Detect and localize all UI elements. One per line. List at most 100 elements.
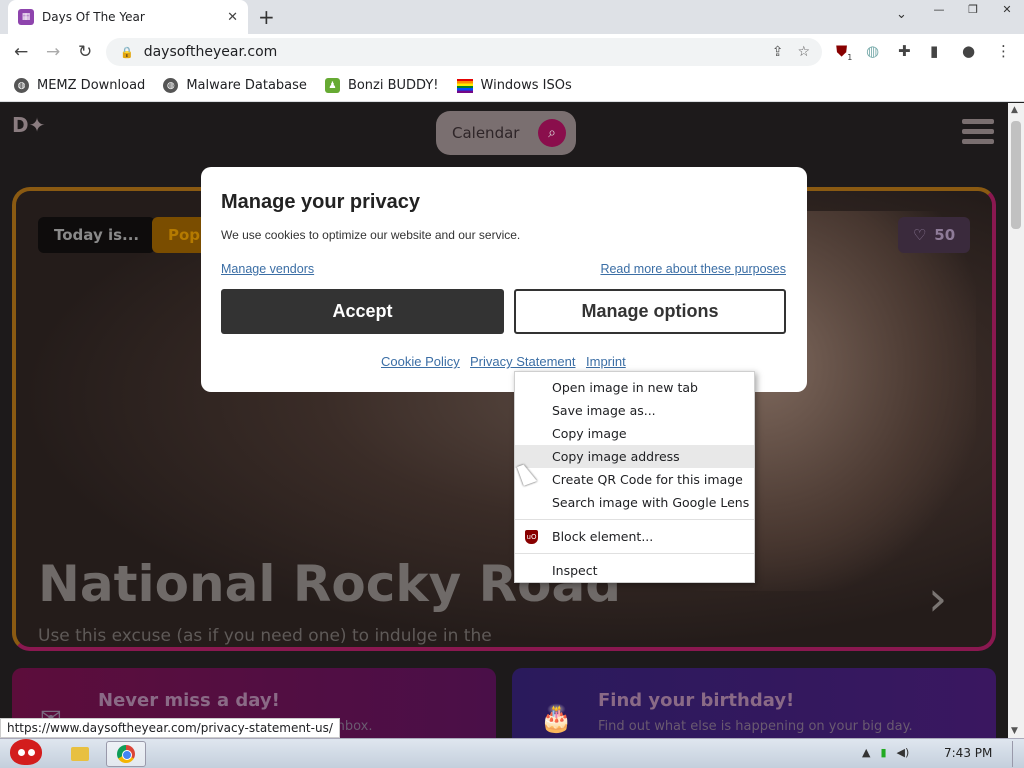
page-scrollbar[interactable]: ▲ ▼ — [1008, 103, 1024, 738]
globe-icon: ◍ — [163, 78, 179, 93]
show-desktop-button[interactable] — [1012, 741, 1022, 767]
likes-count: 50 — [934, 226, 956, 244]
screen: ▦ Days Of The Year ✕ + ⌄ — ❐ ✕ ← → ↻ 🔒 d… — [0, 0, 1024, 768]
menu-save-image-as[interactable]: Save image as... — [515, 399, 754, 422]
browser-tab[interactable]: ▦ Days Of The Year ✕ — [8, 0, 248, 34]
volume-icon[interactable]: ◀) — [897, 746, 910, 759]
system-tray: ▲ ▮ ◀) — [862, 746, 909, 759]
menu-kebab-icon[interactable]: ⋮ — [996, 42, 1011, 60]
privacy-statement-link[interactable]: Privacy Statement — [470, 354, 576, 369]
imprint-link[interactable]: Imprint — [586, 354, 626, 369]
calendar-favicon-icon: ▦ — [18, 9, 34, 25]
back-arrow-icon[interactable]: ← — [14, 42, 28, 62]
dialog-title: Manage your privacy — [221, 191, 420, 213]
browser-toolbar: ← → ↻ 🔒 daysoftheyear.com ⇪ ☆ ⛊1 ◍ ✚ ▮ ●… — [0, 34, 1024, 70]
tab-close-icon[interactable]: ✕ — [227, 10, 238, 25]
reload-icon[interactable]: ↻ — [78, 42, 92, 62]
dialog-description: We use cookies to optimize our website a… — [221, 228, 521, 242]
share-icon[interactable]: ⇪ — [772, 44, 784, 60]
ublock-extension-icon[interactable]: ⛊1 — [836, 42, 852, 62]
manage-vendors-link[interactable]: Manage vendors — [221, 262, 314, 276]
taskbar: ▲ ▮ ◀) 7:43 PM — [0, 738, 1024, 768]
manage-options-button[interactable]: Manage options — [514, 289, 786, 334]
close-window-button[interactable]: ✕ — [990, 0, 1024, 18]
folder-icon — [71, 747, 89, 761]
new-tab-button[interactable]: + — [258, 5, 275, 29]
globe-icon: ◍ — [14, 78, 29, 93]
chevron-right-icon[interactable]: › — [928, 571, 947, 627]
bookmark-windows-isos[interactable]: Windows ISOs — [456, 78, 572, 93]
menu-block-element-label: Block element... — [552, 529, 654, 544]
menu-separator — [515, 519, 754, 520]
tray-expand-icon[interactable]: ▲ — [862, 746, 870, 759]
calendar-search[interactable]: Calendar ⌕ — [436, 111, 576, 155]
status-url-bubble: https://www.daysoftheyear.com/privacy-st… — [0, 718, 340, 738]
bookmark-label: Malware Database — [186, 78, 307, 93]
menu-separator — [515, 553, 754, 554]
bookmark-malware-db[interactable]: ◍ Malware Database — [163, 78, 307, 93]
tab-search-chevron-icon[interactable]: ⌄ — [896, 7, 907, 22]
bookmarks-bar: ◍ MEMZ Download ◍ Malware Database ♟ Bonzi … — [0, 70, 1024, 102]
extension-badge: 1 — [847, 53, 853, 62]
bookmark-star-icon[interactable]: ☆ — [797, 44, 810, 60]
bookmark-memz[interactable]: ◍ MEMZ Download — [14, 78, 145, 93]
bonzi-icon: ♟ — [324, 78, 340, 93]
likes-button[interactable]: ♡ 50 — [898, 217, 970, 253]
minimize-button[interactable]: — — [922, 0, 956, 18]
accept-button[interactable]: Accept — [221, 289, 504, 334]
extension-icon[interactable]: ◍ — [866, 42, 879, 60]
site-logo[interactable]: D✦ — [12, 113, 50, 153]
window-controls: — ❐ ✕ — [922, 0, 1024, 18]
tab-title: Days Of The Year — [42, 10, 145, 24]
url-text[interactable]: daysoftheyear.com — [144, 44, 278, 60]
privacy-consent-dialog: Manage your privacy We use cookies to op… — [201, 167, 807, 392]
taskbar-clock[interactable]: 7:43 PM — [944, 746, 992, 760]
side-panel-icon[interactable]: ▮ — [930, 42, 938, 60]
menu-inspect[interactable]: Inspect — [515, 559, 754, 582]
card-subtitle: Find out what else is happening on your … — [598, 719, 913, 734]
bird-eye — [18, 749, 25, 756]
cookie-policy-link[interactable]: Cookie Policy — [381, 354, 460, 369]
bookmark-label: MEMZ Download — [37, 78, 146, 93]
bookmark-label: Windows ISOs — [480, 78, 572, 93]
taskbar-chrome[interactable] — [106, 741, 146, 767]
angry-bird-start-icon — [10, 739, 42, 765]
bookmark-bonzi[interactable]: ♟ Bonzi BUDDY! — [324, 78, 439, 93]
scrollbar-thumb[interactable] — [1011, 121, 1021, 229]
bookmark-label: Bonzi BUDDY! — [347, 78, 439, 93]
context-menu: Open image in new tab Save image as... C… — [514, 371, 755, 583]
scroll-up-arrow-icon[interactable]: ▲ — [1011, 105, 1018, 115]
menu-copy-image-address[interactable]: Copy image address — [515, 445, 754, 468]
card-title: Never miss a day! — [98, 690, 280, 711]
hero-description: Use this excuse (as if you need one) to … — [38, 626, 492, 646]
hamburger-menu-icon[interactable] — [962, 119, 994, 149]
menu-open-image-new-tab[interactable]: Open image in new tab — [515, 376, 754, 399]
address-bar[interactable]: 🔒 daysoftheyear.com ⇪ ☆ — [106, 38, 822, 66]
read-more-purposes-link[interactable]: Read more about these purposes — [600, 262, 786, 276]
maximize-button[interactable]: ❐ — [956, 0, 990, 18]
card-title: Find your birthday! — [598, 690, 795, 711]
chrome-icon — [117, 745, 135, 763]
menu-copy-image[interactable]: Copy image — [515, 422, 754, 445]
birthday-cake-icon: 🎂 — [540, 704, 573, 734]
profile-avatar-icon[interactable]: ● — [962, 42, 975, 60]
today-chip[interactable]: Today is... — [38, 217, 156, 253]
ublock-shield-icon: uO — [525, 530, 538, 544]
taskbar-explorer[interactable] — [60, 741, 100, 767]
calendar-label: Calendar — [452, 124, 520, 142]
puzzle-extensions-icon[interactable]: ✚ — [898, 42, 911, 60]
birthday-card[interactable]: 🎂 Find your birthday! Find out what else… — [512, 668, 996, 738]
bird-eye — [28, 749, 35, 756]
battery-icon[interactable]: ▮ — [880, 746, 886, 759]
search-icon[interactable]: ⌕ — [538, 119, 566, 147]
forward-arrow-icon[interactable]: → — [46, 42, 60, 62]
start-button[interactable] — [4, 733, 48, 768]
menu-search-google-lens[interactable]: Search image with Google Lens — [515, 491, 754, 514]
tab-strip: ▦ Days Of The Year ✕ + ⌄ — ❐ ✕ — [0, 0, 1024, 34]
heart-icon: ♡ — [912, 226, 927, 244]
menu-block-element[interactable]: uO Block element... — [515, 525, 754, 548]
scroll-down-arrow-icon[interactable]: ▼ — [1011, 726, 1018, 736]
menu-create-qr-code[interactable]: Create QR Code for this image — [515, 468, 754, 491]
lock-icon[interactable]: 🔒 — [120, 46, 134, 59]
rainbow-flag-icon — [456, 78, 473, 93]
